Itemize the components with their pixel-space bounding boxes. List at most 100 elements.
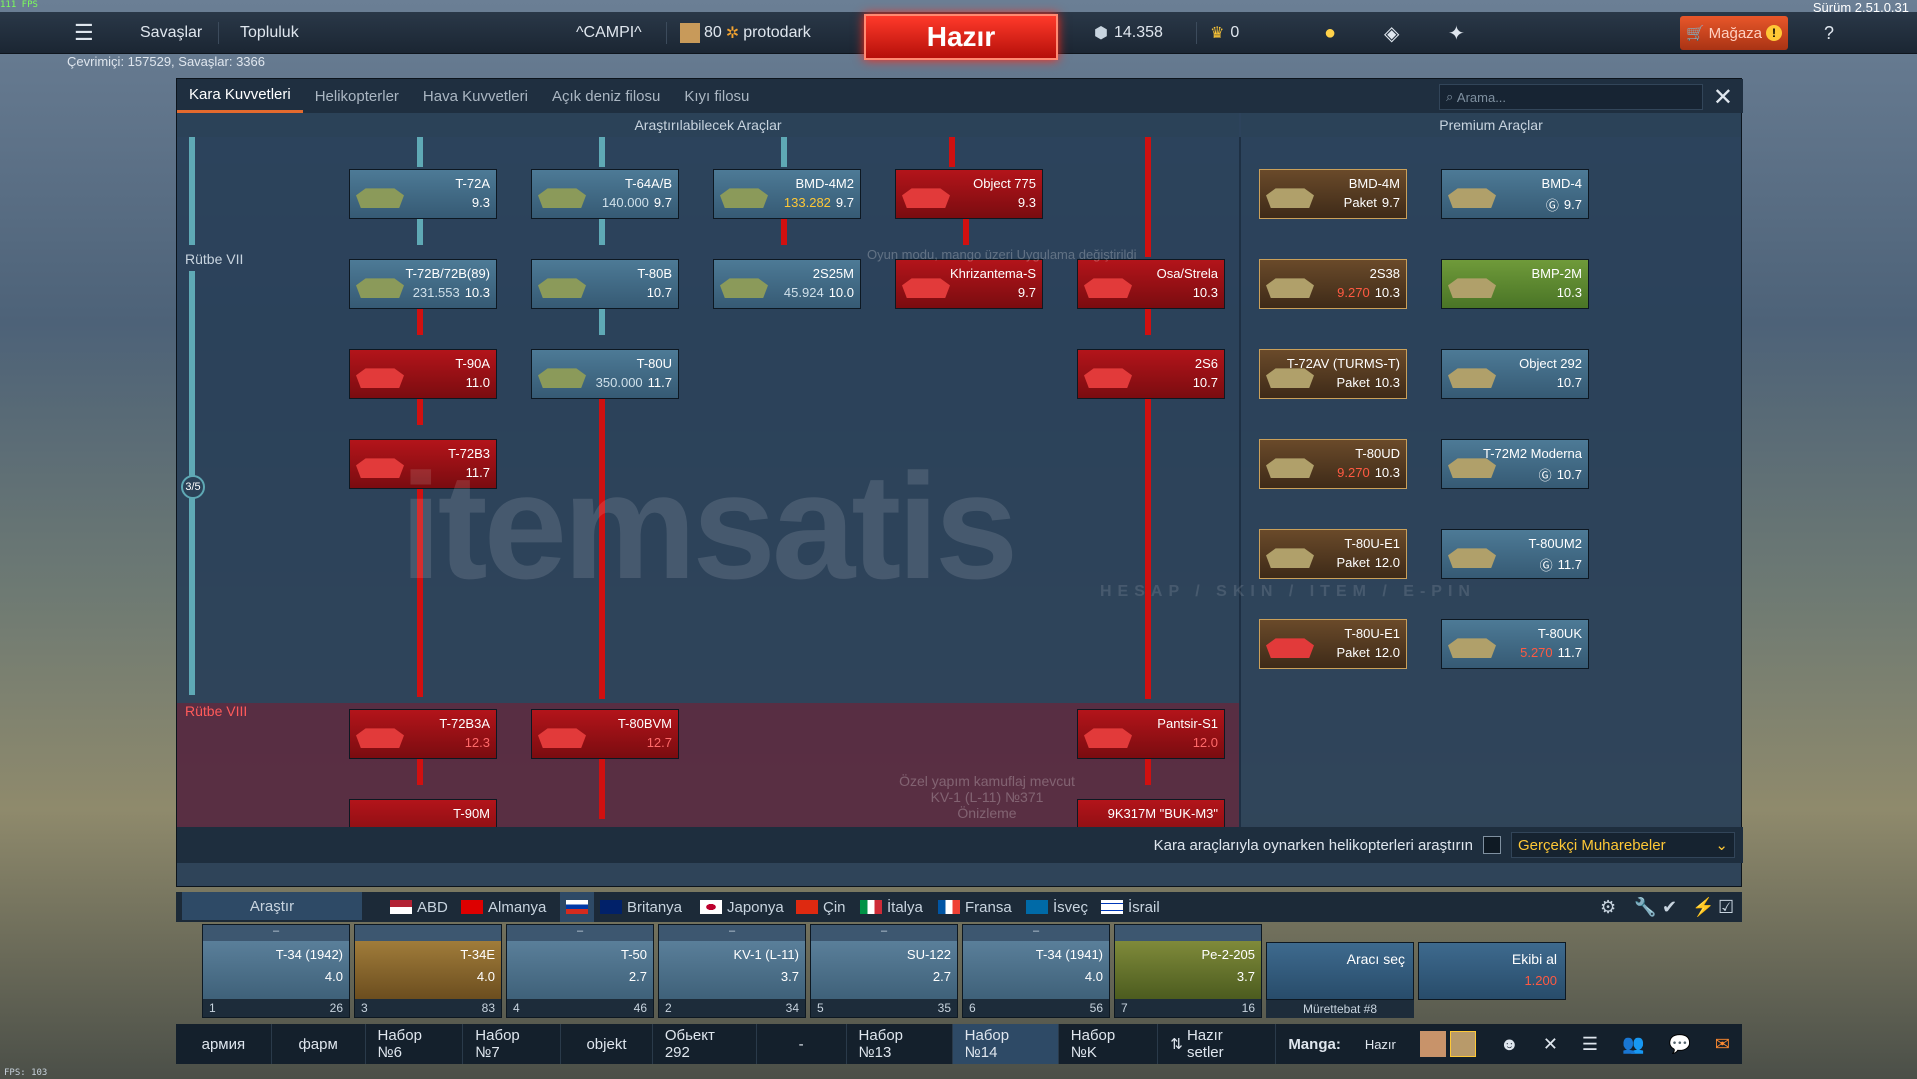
vehicle-card-t80b[interactable]: T-80B 10.7 [531, 259, 679, 309]
coupon-icon[interactable]: ✦ [1448, 12, 1465, 54]
checkmark-box-icon[interactable]: ☑ [1718, 892, 1734, 922]
premium-card-bmd4m[interactable]: BMD-4M Paket 9.7 [1259, 169, 1407, 219]
vehicle-name: T-72M2 Moderna [1483, 446, 1582, 461]
tab-bluewater[interactable]: Açık deniz filosu [540, 79, 672, 113]
tab-aircraft[interactable]: Hava Kuvvetleri [411, 79, 540, 113]
premium-card-t80ue1-camo[interactable]: T-80U-E1 Paket 12.0 [1259, 619, 1407, 669]
preset-tab[interactable]: Обьект 292 [653, 1024, 757, 1064]
rank-vii-label[interactable]: Rütbe VII [185, 251, 243, 267]
crew-slot[interactable]: – KV-1 (L-11) 3.7 2 34 [658, 924, 806, 1018]
community-button[interactable]: Topluluk [240, 12, 299, 54]
preset-tab[interactable]: Набор №6 [366, 1024, 464, 1064]
decal-icon[interactable]: ◈ [1384, 12, 1399, 54]
hint-lightbulb-icon[interactable]: ● [1324, 12, 1336, 54]
vehicle-cost: 9.270 [1337, 285, 1370, 300]
checkmark-icon[interactable]: ✔ [1662, 892, 1677, 922]
vehicle-card-khrizantema[interactable]: Khrizantema-S 9.7 [895, 259, 1043, 309]
gear-icon[interactable]: ⚙ [1600, 892, 1616, 922]
premium-card-bmd4[interactable]: BMD-4 Ⓖ 9.7 [1441, 169, 1589, 219]
tab-coastal[interactable]: Kıyı filosu [672, 79, 761, 113]
crew-slot[interactable]: T-34E 4.0 3 83 [354, 924, 502, 1018]
premium-card-bmp2m[interactable]: BMP-2M 10.3 [1441, 259, 1589, 309]
preset-tab[interactable]: армия [176, 1024, 272, 1064]
search-input[interactable]: ⌕ Arama... [1439, 84, 1703, 110]
vehicle-card-t72b3a[interactable]: T-72B3A 12.3 [349, 709, 497, 759]
squad-members[interactable] [1408, 1024, 1488, 1064]
repair-all-icon[interactable]: ⚡ [1692, 892, 1714, 922]
crew-points: 26 [329, 1001, 343, 1015]
vehicle-card-t72a[interactable]: T-72A 9.3 [349, 169, 497, 219]
vehicle-card-object775[interactable]: Object 775 9.3 [895, 169, 1043, 219]
nation-france[interactable]: Fransa [938, 892, 1012, 922]
nation-britain[interactable]: Britanya [600, 892, 682, 922]
vehicle-card-t64[interactable]: T-64A/B 140.000 9.7 [531, 169, 679, 219]
preset-tab[interactable]: фарм [272, 1024, 366, 1064]
ready-button[interactable]: Hazır [864, 14, 1058, 60]
vehicle-card-t80bvm[interactable]: T-80BVM 12.7 [531, 709, 679, 759]
vehicle-name: T-72B/72B(89) [405, 266, 490, 281]
vehicle-card-2s25m[interactable]: 2S25M 45.924 10.0 [713, 259, 861, 309]
nation-ussr[interactable] [560, 892, 594, 922]
tab-ground[interactable]: Kara Kuvvetleri [177, 79, 303, 113]
camo-notice[interactable]: Özel yapım kamuflaj mevcut KV-1 (L-11) №… [867, 773, 1107, 821]
premium-card-object292[interactable]: Object 292 10.7 [1441, 349, 1589, 399]
mail-icon[interactable]: ✉ [1703, 1024, 1742, 1064]
player-profile[interactable]: 80 ✲ protodark [680, 12, 811, 54]
crew-slot[interactable]: – T-34 (1942) 4.0 1 26 [202, 924, 350, 1018]
preset-tab[interactable]: Набор №13 [847, 1024, 953, 1064]
research-button[interactable]: Araştır [182, 892, 362, 920]
nations-bar: Araştır ABD Almanya Britanya Japonya Çin… [176, 892, 1742, 922]
ready-presets-button[interactable]: ⇅ Hazır setler [1158, 1024, 1277, 1064]
rank-viii-label[interactable]: Rütbe VIII [185, 703, 247, 719]
buy-crew-button[interactable]: Ekibi al 1.200 [1418, 942, 1566, 1000]
buy-crew-cost: 1.200 [1524, 973, 1557, 988]
close-icon[interactable]: ✕ [1531, 1024, 1570, 1064]
nation-china[interactable]: Çin [796, 892, 846, 922]
crew-slot[interactable]: – T-50 2.7 4 46 [506, 924, 654, 1018]
silver-balance[interactable]: ⬢ 14.358 [1094, 12, 1163, 54]
nation-usa[interactable]: ABD [390, 892, 448, 922]
list-icon[interactable]: ☰ [1570, 1024, 1610, 1064]
premium-card-2s38[interactable]: 2S38 9.270 10.3 [1259, 259, 1407, 309]
vehicle-card-t90m[interactable]: T-90M [349, 799, 497, 827]
crew-slot[interactable]: – T-34 (1941) 4.0 6 56 [962, 924, 1110, 1018]
tab-helicopters[interactable]: Helikopterler [303, 79, 411, 113]
squad-name[interactable]: ^CAMPI^ [576, 12, 642, 54]
gold-balance[interactable]: ♛ 0 [1210, 12, 1239, 54]
preset-tab[interactable]: Набор №K [1059, 1024, 1159, 1064]
vehicle-card-osa-strela[interactable]: Osa/Strela 10.3 [1077, 259, 1225, 309]
preset-tab[interactable]: - [757, 1024, 847, 1064]
nation-sweden[interactable]: İsveç [1026, 892, 1088, 922]
vehicle-card-bmd4m2[interactable]: BMD-4M2 133.282 9.7 [713, 169, 861, 219]
vehicle-card-t72b[interactable]: T-72B/72B(89) 231.553 10.3 [349, 259, 497, 309]
crew-slot[interactable]: – SU-122 2.7 5 35 [810, 924, 958, 1018]
vehicle-card-pantsir[interactable]: Pantsir-S1 12.0 [1077, 709, 1225, 759]
heli-research-checkbox[interactable] [1483, 836, 1501, 854]
game-mode-select[interactable]: Gerçekçi Muharebeler ⌄ [1511, 832, 1735, 858]
select-vehicle-button[interactable]: Aracı seç [1266, 942, 1414, 1000]
nation-israel[interactable]: İsrail [1101, 892, 1160, 922]
friends-icon[interactable]: 👥 [1610, 1024, 1656, 1064]
help-icon[interactable]: ? [1824, 12, 1834, 54]
premium-card-t72av[interactable]: T-72AV (TURMS-T) Paket 10.3 [1259, 349, 1407, 399]
tank-icon [538, 278, 586, 298]
vehicle-card-t90a[interactable]: T-90A 11.0 [349, 349, 497, 399]
nation-italy[interactable]: İtalya [860, 892, 923, 922]
vehicle-card-t80u[interactable]: T-80U 350.000 11.7 [531, 349, 679, 399]
chat-icon[interactable]: 💬 [1656, 1024, 1702, 1064]
wrench-icon[interactable]: 🔧 [1634, 892, 1656, 922]
close-icon[interactable]: ✕ [1713, 83, 1733, 112]
battles-button[interactable]: Savaşlar [140, 12, 202, 54]
preset-tab[interactable]: Набор №7 [463, 1024, 562, 1064]
mask-icon[interactable]: ☻ [1488, 1024, 1531, 1064]
nation-japan[interactable]: Japonya [700, 892, 784, 922]
nation-germany[interactable]: Almanya [461, 892, 546, 922]
preset-tab[interactable]: objekt [561, 1024, 653, 1064]
vehicle-card-2s6[interactable]: 2S6 10.7 [1077, 349, 1225, 399]
premium-card-t80uk[interactable]: T-80UK 5.270 11.7 [1441, 619, 1589, 669]
crew-slot[interactable]: Pe-2-205 3.7 7 16 [1114, 924, 1262, 1018]
shop-button[interactable]: 🛒 Mağaza ! [1680, 16, 1788, 50]
camo-preview-link[interactable]: Önizleme [867, 805, 1107, 821]
preset-tab-active[interactable]: Набор №14 [952, 1024, 1059, 1064]
menu-icon[interactable]: ☰ [74, 12, 94, 54]
